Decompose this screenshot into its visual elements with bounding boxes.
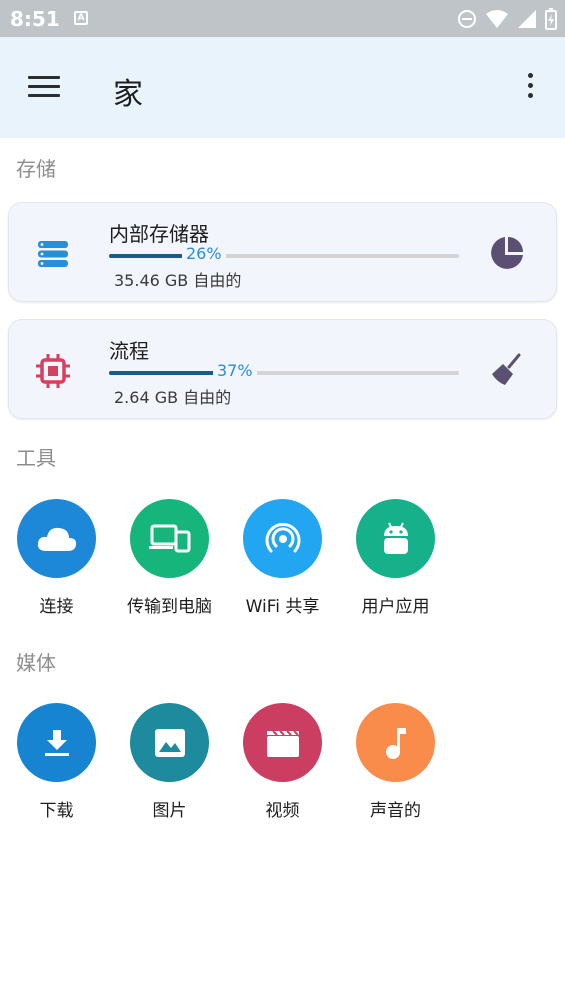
storage-card-internal[interactable]: 内部存储器 26% 35.46 GB 自由的: [8, 202, 557, 302]
media-label: 视频: [265, 801, 300, 821]
download-icon: [44, 729, 69, 756]
media-icon-circle: [243, 703, 322, 782]
video-clapper-icon: [266, 729, 299, 757]
notification-a-icon: A: [74, 11, 88, 25]
media-video[interactable]: 视频: [226, 703, 339, 821]
section-title-media: 媒体: [16, 651, 56, 675]
tool-wifi-share[interactable]: WiFi 共享: [226, 499, 339, 617]
storage-card-process[interactable]: 流程 37% 2.64 GB 自由的: [8, 319, 557, 419]
media-label: 声音的: [370, 801, 421, 821]
pie-chart-icon[interactable]: [489, 235, 525, 271]
storage-name: 流程: [109, 339, 149, 363]
status-icons: [457, 7, 557, 31]
tool-icon-circle: [130, 499, 209, 578]
storage-progress-bar: [109, 371, 459, 375]
music-note-icon: [385, 727, 406, 759]
broom-icon[interactable]: [489, 352, 525, 388]
storage-progress-fill: [109, 371, 215, 375]
storage-percent: 26%: [182, 244, 226, 263]
tool-label: 连接: [39, 597, 74, 617]
media-label: 图片: [152, 801, 187, 821]
storage-free-space: 35.46 GB 自由的: [114, 271, 242, 290]
image-icon: [154, 728, 185, 757]
media-download[interactable]: 下载: [0, 703, 113, 821]
tool-label: 用户应用: [361, 597, 430, 617]
media-audio[interactable]: 声音的: [339, 703, 452, 821]
cloud-icon: [37, 527, 76, 551]
media-icon-circle: [17, 703, 96, 782]
media-images[interactable]: 图片: [113, 703, 226, 821]
tool-icon-circle: [17, 499, 96, 578]
tool-label: WiFi 共享: [245, 597, 320, 617]
tool-icon-circle: [243, 499, 322, 578]
storage-list-icon: [38, 241, 68, 267]
storage-progress-fill: [109, 254, 184, 258]
wifi-signal-icon: [486, 10, 508, 28]
media-label: 下载: [39, 801, 74, 821]
do-not-disturb-icon: [458, 10, 476, 28]
tool-transfer-pc[interactable]: 传输到电脑: [113, 499, 226, 617]
hamburger-menu-icon[interactable]: [28, 76, 60, 100]
storage-free-space: 2.64 GB 自由的: [114, 388, 232, 407]
cpu-chip-icon: [36, 354, 70, 388]
storage-name: 内部存储器: [109, 222, 209, 246]
wifi-hotspot-icon: [265, 522, 300, 552]
media-icon-circle: [130, 703, 209, 782]
more-vert-icon[interactable]: [520, 73, 540, 103]
tool-label: 传输到电脑: [127, 597, 212, 617]
page-title: 家: [113, 77, 143, 112]
storage-percent: 37%: [213, 361, 257, 380]
devices-icon: [148, 524, 190, 552]
section-title-tools: 工具: [16, 446, 56, 470]
tool-user-apps[interactable]: 用户应用: [339, 499, 452, 617]
battery-charging-icon: [545, 8, 557, 30]
tool-connect[interactable]: 连接: [0, 499, 113, 617]
android-icon: [383, 522, 408, 554]
tool-icon-circle: [356, 499, 435, 578]
media-icon-circle: [356, 703, 435, 782]
status-time: 8:51: [10, 7, 60, 31]
app-bar: 家: [0, 37, 565, 138]
cell-signal-icon: [518, 10, 536, 28]
section-title-storage: 存储: [16, 157, 56, 181]
storage-progress-bar: [109, 254, 459, 258]
status-bar: 8:51 A: [0, 0, 565, 37]
